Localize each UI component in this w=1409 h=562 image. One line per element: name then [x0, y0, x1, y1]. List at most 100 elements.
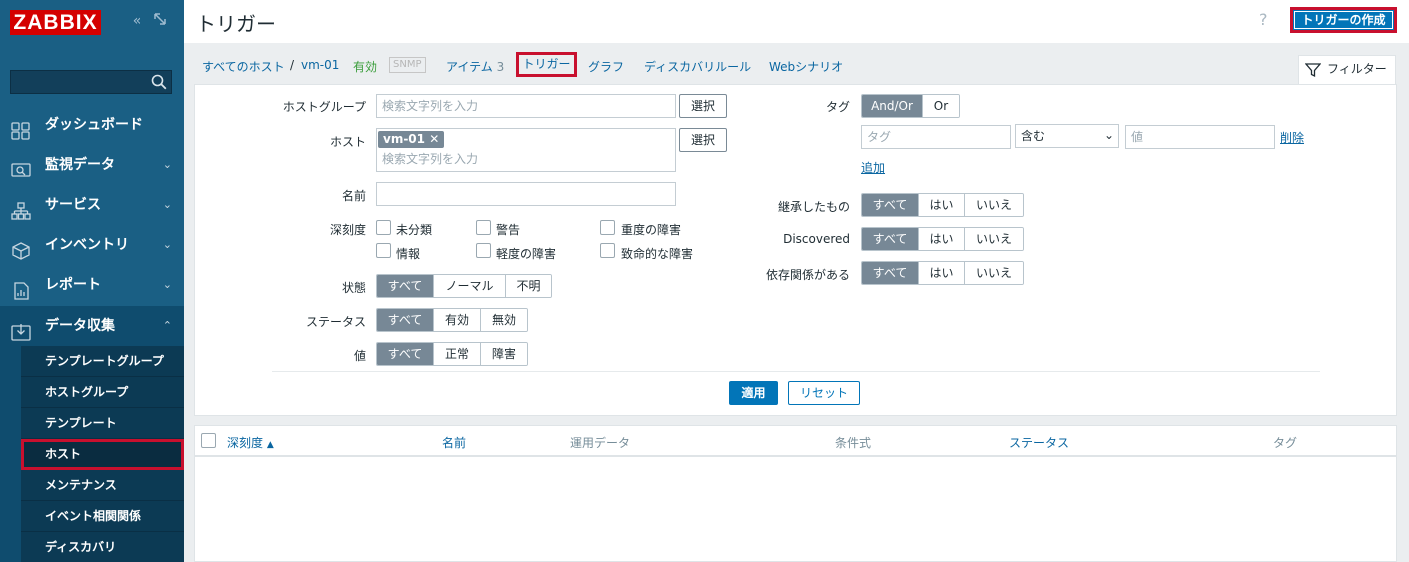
status-segmented: すべて 有効 無効 — [376, 308, 528, 332]
nav-web-scenarios[interactable]: Webシナリオ — [769, 58, 843, 75]
host-group-input[interactable]: 検索文字列を入力 — [376, 94, 676, 118]
apply-button[interactable]: 適用 — [729, 381, 778, 405]
inherited-all-option[interactable]: すべて — [862, 194, 919, 216]
sidebar-search-input[interactable] — [10, 70, 172, 94]
value-label: 値 — [353, 349, 366, 363]
zabbix-logo[interactable]: ZABBIX — [10, 10, 101, 35]
menu-services[interactable]: サービス ⌄ — [0, 185, 184, 225]
value-ok-option[interactable]: 正常 — [434, 343, 481, 365]
discovered-all-option[interactable]: すべて — [862, 228, 919, 250]
tag-add-link[interactable]: 追加 — [861, 159, 885, 176]
menu-monitoring-label: 監視データ — [45, 157, 115, 173]
host-status-enabled[interactable]: 有効 — [353, 58, 377, 75]
breadcrumb-all-hosts[interactable]: すべてのホスト — [202, 58, 285, 75]
status-enabled-option[interactable]: 有効 — [434, 309, 481, 331]
severity-information-checkbox[interactable] — [376, 243, 391, 258]
select-all-checkbox[interactable] — [201, 433, 216, 448]
host-label: ホスト — [329, 135, 366, 149]
inherited-yes-option[interactable]: はい — [919, 194, 965, 216]
tag-name-input[interactable]: タグ — [861, 125, 1011, 149]
submenu-host-groups[interactable]: ホストグループ — [21, 377, 184, 408]
tags-label: タグ — [825, 100, 850, 114]
tag-remove-link[interactable]: 削除 — [1280, 129, 1304, 146]
submenu-maintenance[interactable]: メンテナンス — [21, 470, 184, 501]
submenu-discovery[interactable]: ディスカバリ — [21, 532, 184, 562]
host-chip: vm-01 ✕ — [378, 131, 445, 148]
submenu-templates[interactable]: テンプレート — [21, 408, 184, 439]
severity-high-label: 重度の障害 — [621, 223, 682, 237]
discovered-segmented: すべて はい いいえ — [861, 227, 1024, 251]
filter-divider — [272, 371, 1320, 372]
inventory-icon — [11, 236, 31, 260]
column-status[interactable]: ステータス — [1009, 434, 1069, 451]
submenu-hosts[interactable]: ホスト — [21, 439, 184, 470]
menu-dashboard[interactable]: ダッシュボード — [0, 105, 184, 145]
filter-tab[interactable]: フィルター — [1298, 55, 1396, 84]
name-input[interactable] — [376, 182, 676, 206]
severity-disaster-checkbox[interactable] — [600, 243, 615, 258]
dependencies-no-option[interactable]: いいえ — [965, 262, 1023, 284]
data-collection-submenu: テンプレートグループ ホストグループ テンプレート ホスト メンテナンス イベン… — [21, 346, 184, 562]
tags-and-or-option[interactable]: And/Or — [862, 95, 923, 117]
state-unknown-option[interactable]: 不明 — [506, 275, 551, 297]
menu-inventory[interactable]: インベントリ ⌄ — [0, 225, 184, 265]
host-input-placeholder: 検索文字列を入力 — [382, 152, 479, 166]
inherited-segmented: すべて はい いいえ — [861, 193, 1024, 217]
tag-value-input[interactable]: 値 — [1125, 125, 1275, 149]
host-group-label: ホストグループ — [282, 100, 366, 114]
menu-data-collection[interactable]: データ収集 ⌃ — [0, 306, 184, 346]
status-all-option[interactable]: すべて — [377, 309, 434, 331]
severity-warning-checkbox[interactable] — [476, 220, 491, 235]
help-icon[interactable]: ? — [1259, 10, 1268, 29]
nav-items[interactable]: アイテム 3 — [446, 58, 504, 75]
severity-average-checkbox[interactable] — [476, 243, 491, 258]
discovered-yes-option[interactable]: はい — [919, 228, 965, 250]
dependencies-yes-option[interactable]: はい — [919, 262, 965, 284]
host-group-select-button[interactable]: 選択 — [679, 94, 727, 118]
menu-services-label: サービス — [45, 197, 101, 213]
value-problem-option[interactable]: 障害 — [481, 343, 527, 365]
inherited-no-option[interactable]: いいえ — [965, 194, 1023, 216]
severity-label: 深刻度 — [329, 223, 366, 237]
nav-triggers[interactable]: トリガー — [516, 52, 577, 77]
page-header: トリガー ? トリガーの作成 — [184, 0, 1409, 43]
collapse-sidebar-icon[interactable]: « — [128, 12, 146, 30]
monitoring-icon — [11, 156, 31, 177]
column-name[interactable]: 名前 — [442, 434, 466, 451]
menu-reports[interactable]: レポート ⌄ — [0, 265, 184, 305]
submenu-event-correlation[interactable]: イベント相関関係 — [21, 501, 184, 532]
submenu-template-groups[interactable]: テンプレートグループ — [21, 346, 184, 377]
dashboard-icon — [11, 116, 31, 140]
reset-button[interactable]: リセット — [788, 381, 860, 405]
create-trigger-button[interactable]: トリガーの作成 — [1290, 7, 1397, 33]
dependencies-all-option[interactable]: すべて — [862, 262, 919, 284]
state-normal-option[interactable]: ノーマル — [434, 275, 506, 297]
breadcrumb-host[interactable]: vm-01 — [301, 58, 339, 72]
nav-items-count: 3 — [496, 60, 505, 74]
page-title: トリガー — [196, 12, 276, 36]
nav-graphs[interactable]: グラフ — [588, 58, 624, 75]
snmp-badge: SNMP — [389, 57, 426, 73]
kiosk-mode-icon[interactable] — [151, 12, 169, 30]
status-disabled-option[interactable]: 無効 — [481, 309, 527, 331]
tags-evaltype-segmented: And/Or Or — [861, 94, 960, 118]
menu-data-collection-label: データ収集 — [45, 318, 115, 334]
nav-discovery-rules[interactable]: ディスカバリルール — [644, 58, 751, 75]
column-severity-label: 深刻度 — [227, 436, 264, 450]
severity-high-checkbox[interactable] — [600, 220, 615, 235]
column-expression: 条件式 — [835, 436, 872, 450]
value-all-option[interactable]: すべて — [377, 343, 434, 365]
menu-monitoring[interactable]: 監視データ ⌄ — [0, 145, 184, 185]
tags-or-option[interactable]: Or — [923, 95, 959, 117]
tag-operator-select[interactable]: 含む ⌄ — [1015, 124, 1119, 148]
discovered-no-option[interactable]: いいえ — [965, 228, 1023, 250]
menu-reports-label: レポート — [45, 277, 101, 293]
host-select-button[interactable]: 選択 — [679, 128, 727, 152]
severity-not-classified-checkbox[interactable] — [376, 220, 391, 235]
dependencies-segmented: すべて はい いいえ — [861, 261, 1024, 285]
state-all-option[interactable]: すべて — [377, 275, 434, 297]
chevron-down-icon: ⌄ — [162, 158, 172, 171]
column-severity[interactable]: 深刻度 ▲ — [227, 434, 274, 451]
remove-chip-icon[interactable]: ✕ — [429, 132, 439, 146]
search-icon[interactable] — [151, 74, 167, 93]
